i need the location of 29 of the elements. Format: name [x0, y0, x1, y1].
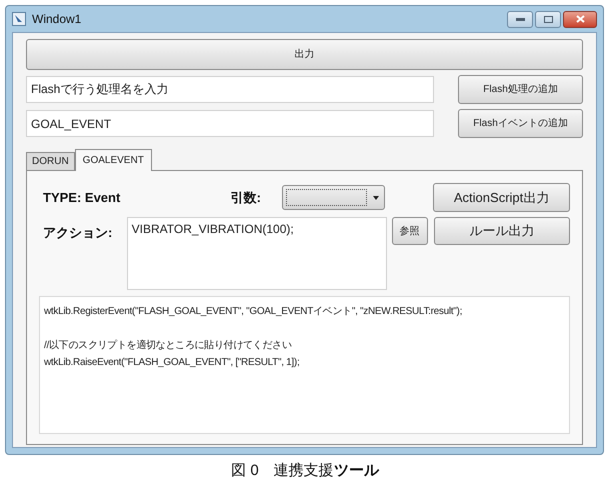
maximize-icon [544, 16, 552, 22]
minimize-icon [516, 18, 524, 20]
text-field[interactable]: GOAL_EVENT [26, 110, 434, 137]
output-button[interactable]: 出力 [26, 39, 583, 70]
caret-icon [373, 196, 380, 200]
close-icon [576, 15, 584, 23]
tab[interactable]: GOALEVENT [74, 149, 152, 171]
tab[interactable]: DORUN [26, 152, 75, 170]
close-button[interactable] [563, 10, 597, 28]
code-area[interactable]: wtkLib.RegisterEvent("FLASH_GOAL_EVENT", "GOAL_EVENTイベント", "zNEW.RESULT:result"); //以下のスクリプトを適切なところに貼り付けてください wtkLib.RaiseEvent("FLASH_GOAL_EVENT", ["RESULT", 1]); [39, 296, 570, 434]
args-dropdown[interactable] [282, 185, 386, 210]
minimize-button[interactable] [507, 10, 533, 28]
figure-caption: 図 0 連携支援ツール [231, 461, 379, 481]
add-button[interactable]: Flashイベントの追加 [458, 109, 583, 138]
add-button[interactable]: Flash処理の追加 [458, 75, 583, 104]
actionscript-button[interactable]: ActionScript出力 [433, 183, 570, 212]
code-line: wtkLib.RaiseEvent("FLASH_GOAL_EVENT", ["RESULT", 1]); [44, 356, 300, 370]
action-field[interactable]: VIBRATOR_VIBRATION(100); [126, 217, 387, 290]
browse-button[interactable]: 参照 [392, 217, 428, 245]
action-label: アクション: [42, 224, 114, 242]
app-icon [12, 12, 26, 26]
args-label: 引数: [230, 188, 262, 207]
code-line: wtkLib.RegisterEvent("FLASH_GOAL_EVENT", "GOAL_EVENTイベント", "zNEW.RESULT:result"); [44, 305, 464, 319]
text-field[interactable]: Flashで行う処理名を入力 [26, 76, 434, 103]
window-title: Window1 [32, 11, 82, 28]
maximize-button[interactable] [535, 10, 561, 28]
rule-output-button[interactable]: ルール出力 [434, 217, 570, 245]
code-line: //以下のスクリプトを適切なところに貼り付けてください [44, 338, 292, 353]
type-label: TYPE: Event [42, 188, 122, 207]
